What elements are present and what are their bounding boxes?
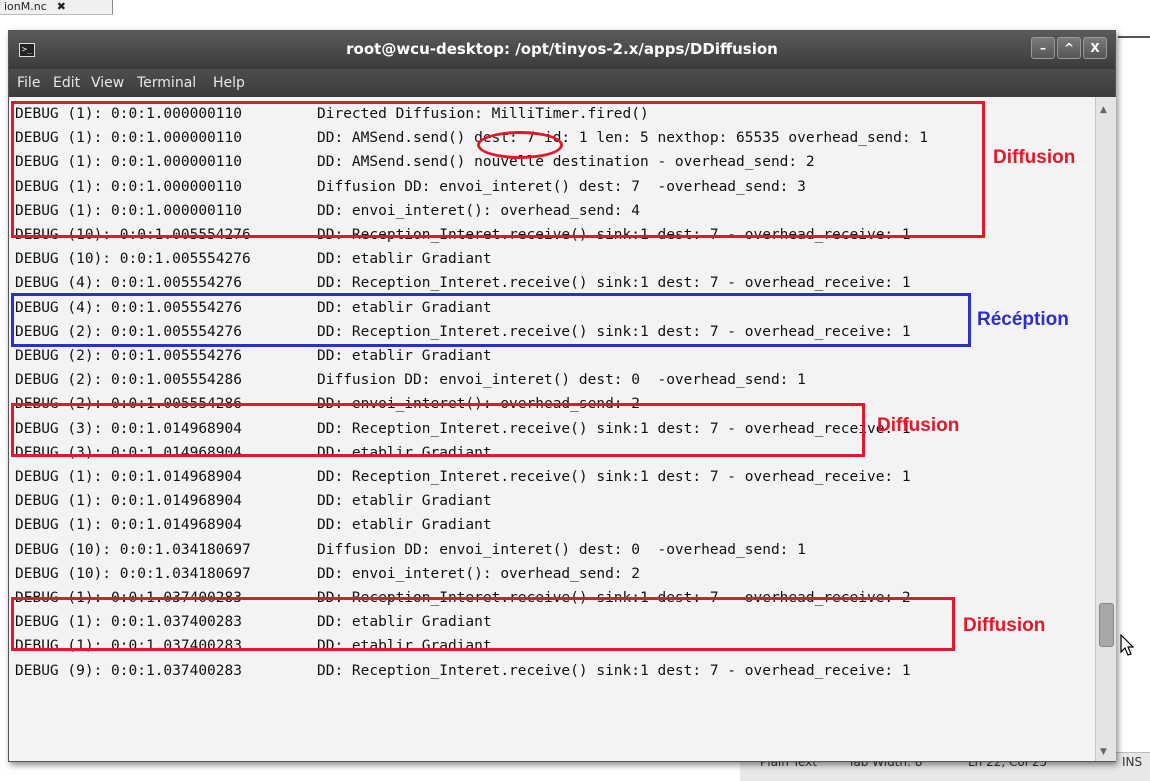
reception-highlight-box bbox=[11, 293, 971, 347]
terminal-line: DEBUG (1): 0:0:1.014968904 DD: etablir Gr… bbox=[15, 490, 1085, 512]
background-divider bbox=[1118, 36, 1150, 38]
dest-highlight-ellipse bbox=[477, 131, 563, 159]
log-message: DD: etablir Gradiant bbox=[317, 517, 492, 534]
log-timestamp: DEBUG (2): 0:0:1.005554286 bbox=[15, 372, 242, 389]
menu-help[interactable]: Help bbox=[213, 75, 245, 91]
background-editor-tab[interactable]: ionM.nc ✖ bbox=[0, 0, 113, 15]
menu-edit[interactable]: Edit bbox=[53, 75, 80, 91]
scrollbar-thumb[interactable] bbox=[1099, 603, 1114, 647]
diffusion-label-3: Diffusion bbox=[963, 615, 1046, 636]
scroll-down-arrow-icon[interactable]: ▼ bbox=[1100, 747, 1107, 757]
scroll-up-arrow-icon[interactable]: ▲ bbox=[1100, 105, 1107, 115]
log-message: DD: etablir Gradiant bbox=[317, 493, 492, 510]
reception-label: Récéption bbox=[977, 309, 1069, 330]
terminal-output[interactable]: DEBUG (9): 0:0:1.037400283 DD: Reception_… bbox=[9, 97, 1095, 761]
log-timestamp: DEBUG (1): 0:0:1.014968904 bbox=[15, 517, 242, 534]
tab-close-icon[interactable]: ✖ bbox=[57, 0, 66, 13]
menu-file[interactable]: File bbox=[17, 75, 40, 91]
menu-bar: File Edit View Terminal Help bbox=[9, 69, 1115, 97]
log-timestamp: DEBUG (1): 0:0:1.014968904 bbox=[15, 469, 242, 485]
log-message: DD: etablir Gradiant bbox=[317, 251, 492, 268]
log-timestamp: DEBUG (10): 0:0:1.034180697 bbox=[15, 541, 251, 558]
terminal-line: DEBUG (1): 0:0:1.014968904 DD: Reception_… bbox=[15, 466, 1085, 488]
log-message: Diffusion DD: envoi_interet() dest: 0 -o… bbox=[317, 372, 806, 389]
log-message: DD: Reception_Interet.receive() sink:1 d… bbox=[317, 662, 911, 679]
log-message: DD: envoi_interet(): overhead_send: 2 bbox=[317, 565, 641, 582]
log-timestamp: DEBUG (9): 0:0:1.037400283 bbox=[15, 662, 242, 679]
minimize-button[interactable]: – bbox=[1031, 37, 1055, 59]
terminal-window: >_ root@wcu-desktop: /opt/tinyos-2.x/app… bbox=[8, 30, 1116, 762]
terminal-line: DEBUG (2): 0:0:1.005554276 DD: etablir Gr… bbox=[15, 345, 1085, 367]
diffusion-highlight-box-1 bbox=[11, 101, 985, 238]
title-bar[interactable]: >_ root@wcu-desktop: /opt/tinyos-2.x/app… bbox=[9, 31, 1115, 69]
close-button[interactable]: X bbox=[1083, 37, 1107, 59]
menu-view[interactable]: View bbox=[91, 75, 124, 91]
vertical-scrollbar[interactable]: ▲ ▼ bbox=[1095, 97, 1116, 761]
terminal-line: DEBUG (10): 0:0:1.005554276 DD: etablir G… bbox=[15, 248, 1085, 270]
diffusion-highlight-box-2 bbox=[11, 403, 865, 457]
log-message: DD: etablir Gradiant bbox=[317, 348, 492, 364]
log-timestamp: DEBUG (10): 0:0:1.034180697 bbox=[15, 565, 251, 582]
log-timestamp: DEBUG (1): 0:0:1.014968904 bbox=[15, 493, 242, 510]
log-message: DD: Reception_Interet.receive() sink:1 d… bbox=[317, 469, 911, 485]
terminal-line: DEBUG (10): 0:0:1.034180697 Diffusion DD:… bbox=[15, 539, 1085, 561]
mouse-cursor-icon bbox=[1120, 634, 1134, 656]
diffusion-highlight-box-3 bbox=[11, 597, 955, 651]
terminal-line: DEBUG (2): 0:0:1.005554286 Diffusion DD: … bbox=[15, 369, 1085, 391]
diffusion-label-2: Diffusion bbox=[877, 415, 960, 436]
log-timestamp: DEBUG (4): 0:0:1.005554276 bbox=[15, 275, 242, 292]
window-title: root@wcu-desktop: /opt/tinyos-2.x/apps/D… bbox=[346, 40, 778, 58]
log-timestamp: DEBUG (2): 0:0:1.005554276 bbox=[15, 348, 242, 364]
maximize-button[interactable]: ^ bbox=[1057, 37, 1081, 59]
log-message: DD: Reception_Interet.receive() sink:1 d… bbox=[317, 275, 911, 292]
terminal-line: DEBUG (10): 0:0:1.034180697 DD: envoi_int… bbox=[15, 563, 1085, 585]
diffusion-label-1: Diffusion bbox=[993, 147, 1076, 168]
terminal-line: DEBUG (9): 0:0:1.037400283 DD: Reception_… bbox=[15, 660, 1085, 682]
terminal-line: DEBUG (1): 0:0:1.014968904 DD: etablir Gr… bbox=[15, 514, 1085, 536]
terminal-line: DEBUG (4): 0:0:1.005554276 DD: Reception_… bbox=[15, 272, 1085, 294]
log-message: Diffusion DD: envoi_interet() dest: 0 -o… bbox=[317, 541, 806, 558]
background-tab-label: ionM.nc bbox=[4, 0, 47, 13]
log-timestamp: DEBUG (10): 0:0:1.005554276 bbox=[15, 251, 251, 268]
menu-terminal[interactable]: Terminal bbox=[137, 75, 196, 91]
status-ins: INS bbox=[1122, 755, 1143, 769]
